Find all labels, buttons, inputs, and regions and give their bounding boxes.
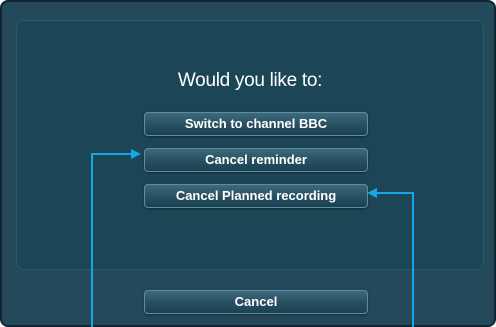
callout-arrow-left bbox=[91, 149, 141, 327]
callout-arrow-right bbox=[367, 188, 414, 327]
callout-arrows bbox=[91, 149, 414, 327]
